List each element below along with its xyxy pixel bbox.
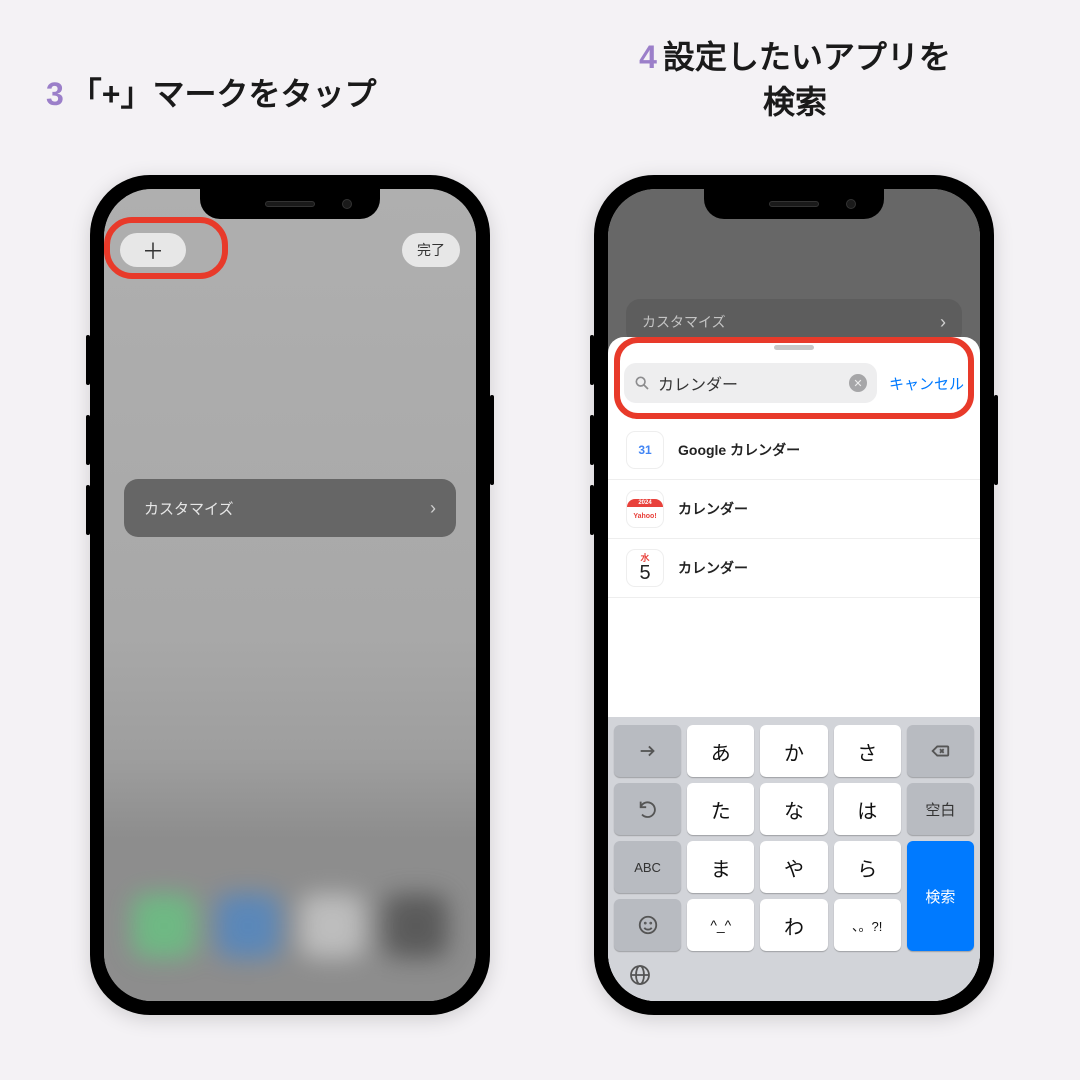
sheet-grabber[interactable]	[774, 345, 814, 350]
step-4-number: 4	[639, 39, 657, 75]
key-search[interactable]: 検索	[907, 841, 974, 951]
key-abc[interactable]: ABC	[614, 841, 681, 893]
key-sa[interactable]: さ	[834, 725, 901, 777]
key-a[interactable]: あ	[687, 725, 754, 777]
chevron-right-icon: ›	[430, 498, 436, 519]
key-ra[interactable]: ら	[834, 841, 901, 893]
jiggle-topbar: ＋ 完了	[120, 233, 460, 267]
clear-search-icon[interactable]: ✕	[849, 374, 867, 392]
google-calendar-icon: 31	[626, 431, 664, 469]
step-3-number: 3	[46, 76, 64, 112]
key-wa[interactable]: わ	[760, 899, 827, 951]
step-3-text: 「+」マークをタップ	[70, 76, 377, 112]
keyboard-bottom-bar	[614, 951, 974, 997]
blurred-dock	[104, 861, 476, 991]
apple-calendar-icon: 水 5	[626, 549, 664, 587]
search-input-value: カレンダー	[658, 371, 841, 395]
background-customize-label: カスタマイズ	[642, 312, 726, 332]
phone-mockup-step4: カスタマイズ › カレンダー ✕ キャンセル 31 Google カレンダー	[594, 175, 994, 1015]
phone-notch	[200, 189, 380, 219]
key-ya[interactable]: や	[760, 841, 827, 893]
result-google-calendar[interactable]: 31 Google カレンダー	[608, 421, 980, 480]
chevron-right-icon: ›	[940, 312, 946, 333]
search-bar: カレンダー ✕ キャンセル	[624, 363, 964, 403]
result-label: Google カレンダー	[678, 440, 800, 460]
add-widget-button[interactable]: ＋	[120, 233, 186, 267]
customize-row[interactable]: カスタマイズ ›	[124, 479, 456, 537]
key-ka[interactable]: か	[760, 725, 827, 777]
result-apple-calendar[interactable]: 水 5 カレンダー	[608, 539, 980, 598]
result-yahoo-calendar[interactable]: 2024 Yahoo! カレンダー	[608, 480, 980, 539]
search-icon	[634, 375, 650, 391]
step-4-text: 設定したいアプリを 検索	[663, 39, 951, 120]
key-kaomoji[interactable]: ^_^	[687, 899, 754, 951]
key-space[interactable]: 空白	[907, 783, 974, 835]
phone-mockup-step3: ＋ 完了 カスタマイズ ›	[90, 175, 490, 1015]
step-3-caption: 3「+」マークをタップ	[46, 72, 377, 117]
phone-notch	[704, 189, 884, 219]
step-4-caption: 4設定したいアプリを 検索	[535, 35, 1055, 125]
key-arrow[interactable]	[614, 725, 681, 777]
key-ha[interactable]: は	[834, 783, 901, 835]
key-undo[interactable]	[614, 783, 681, 835]
customize-label: カスタマイズ	[144, 498, 234, 519]
key-backspace[interactable]	[907, 725, 974, 777]
key-punct[interactable]: 、。?!	[834, 899, 901, 951]
search-sheet: カレンダー ✕ キャンセル 31 Google カレンダー 2024 Yahoo…	[608, 337, 980, 1001]
search-field[interactable]: カレンダー ✕	[624, 363, 877, 403]
result-label: カレンダー	[678, 558, 748, 578]
phone-screen: ＋ 完了 カスタマイズ ›	[104, 189, 476, 1001]
key-ma[interactable]: ま	[687, 841, 754, 893]
globe-icon[interactable]	[628, 963, 652, 992]
key-ta[interactable]: た	[687, 783, 754, 835]
key-emoji[interactable]	[614, 899, 681, 951]
result-label: カレンダー	[678, 499, 748, 519]
done-button[interactable]: 完了	[402, 233, 460, 267]
yahoo-calendar-icon: 2024 Yahoo!	[626, 490, 664, 528]
japanese-kana-keyboard: あ か さ た な は 空白 ABC ま や ら	[608, 717, 980, 1001]
cancel-button[interactable]: キャンセル	[889, 373, 964, 394]
phone-screen: カスタマイズ › カレンダー ✕ キャンセル 31 Google カレンダー	[608, 189, 980, 1001]
search-results: 31 Google カレンダー 2024 Yahoo! カレンダー 水 5 カレ…	[608, 421, 980, 598]
key-na[interactable]: な	[760, 783, 827, 835]
